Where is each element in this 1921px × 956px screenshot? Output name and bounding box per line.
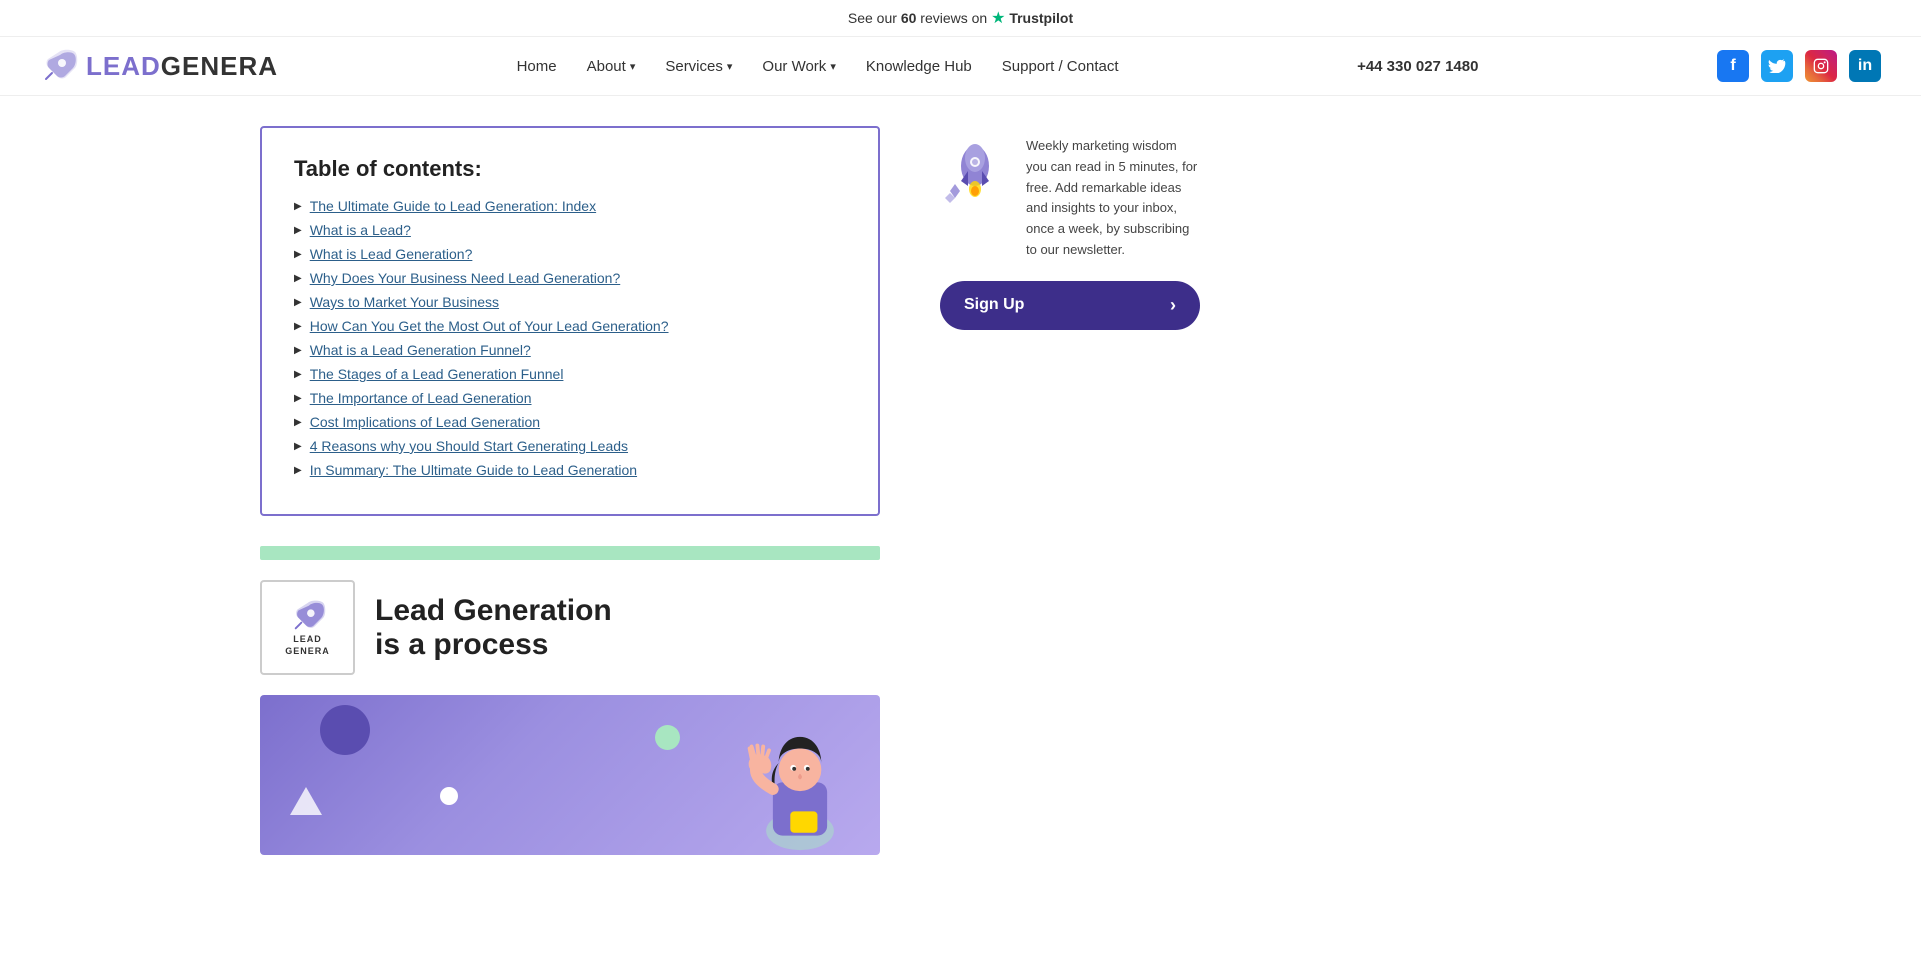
toc-list: ▶ The Ultimate Guide to Lead Generation:…: [294, 198, 846, 478]
list-item: ▶ How Can You Get the Most Out of Your L…: [294, 318, 846, 334]
nav-home[interactable]: Home: [517, 58, 557, 75]
toc-arrow-icon: ▶: [294, 465, 302, 476]
social-icons: f in: [1717, 50, 1881, 82]
table-of-contents: Table of contents: ▶ The Ultimate Guide …: [260, 126, 880, 516]
lead-genera-logo-text: LEADGENERA: [285, 634, 330, 657]
toc-link-funnel[interactable]: What is a Lead Generation Funnel?: [310, 342, 531, 358]
signup-chevron-icon: ›: [1170, 295, 1176, 316]
logo[interactable]: LEADGENERA: [40, 47, 278, 85]
linkedin-icon[interactable]: in: [1849, 50, 1881, 82]
list-item: ▶ What is a Lead?: [294, 222, 846, 238]
signup-button[interactable]: Sign Up ›: [940, 281, 1200, 330]
list-item: ▶ The Stages of a Lead Generation Funnel: [294, 366, 846, 382]
twitter-icon[interactable]: [1761, 50, 1793, 82]
logo-rocket-icon: [40, 47, 78, 85]
toc-arrow-icon: ▶: [294, 273, 302, 284]
main-content: Table of contents: ▶ The Ultimate Guide …: [0, 96, 1921, 885]
shape-circle-green: [655, 725, 680, 750]
nav-services[interactable]: Services: [665, 58, 732, 75]
toc-arrow-icon: ▶: [294, 393, 302, 404]
newsletter-top: Weekly marketing wisdom you can read in …: [940, 136, 1200, 261]
toc-link-why-business[interactable]: Why Does Your Business Need Lead Generat…: [310, 270, 621, 286]
lead-generation-image: [260, 695, 880, 855]
phone-number: +44 330 027 1480: [1357, 58, 1478, 75]
list-item: ▶ The Ultimate Guide to Lead Generation:…: [294, 198, 846, 214]
toc-arrow-icon: ▶: [294, 297, 302, 308]
trustpilot-star-icon: ★: [991, 10, 1005, 27]
toc-arrow-icon: ▶: [294, 369, 302, 380]
toc-arrow-icon: ▶: [294, 441, 302, 452]
toc-arrow-icon: ▶: [294, 201, 302, 212]
toc-link-stages-funnel[interactable]: The Stages of a Lead Generation Funnel: [310, 366, 564, 382]
signup-label: Sign Up: [964, 296, 1024, 314]
toc-link-cost-implications[interactable]: Cost Implications of Lead Generation: [310, 414, 540, 430]
list-item: ▶ 4 Reasons why you Should Start Generat…: [294, 438, 846, 454]
newsletter-widget: Weekly marketing wisdom you can read in …: [940, 126, 1200, 340]
nav-knowledge-hub[interactable]: Knowledge Hub: [866, 58, 972, 75]
toc-arrow-icon: ▶: [294, 249, 302, 260]
toc-title: Table of contents:: [294, 156, 846, 182]
lead-genera-logo-icon: [290, 598, 326, 634]
newsletter-text: Weekly marketing wisdom you can read in …: [1026, 136, 1200, 261]
trustpilot-bar: See our 60 reviews on ★ Trustpilot: [0, 0, 1921, 37]
shape-circle-white: [440, 787, 458, 805]
list-item: ▶ The Importance of Lead Generation: [294, 390, 846, 406]
toc-link-what-is-lead[interactable]: What is a Lead?: [310, 222, 411, 238]
toc-link-4-reasons[interactable]: 4 Reasons why you Should Start Generatin…: [310, 438, 628, 454]
shape-circle-large: [320, 705, 370, 755]
nav-our-work[interactable]: Our Work: [762, 58, 835, 75]
list-item: ▶ What is Lead Generation?: [294, 246, 846, 262]
rocket-newsletter-icon: [940, 136, 1010, 206]
logo-text: LEADGENERA: [86, 51, 278, 82]
toc-arrow-icon: ▶: [294, 225, 302, 236]
header: LEADGENERA Home About Services Our Work …: [0, 37, 1921, 96]
toc-link-importance[interactable]: The Importance of Lead Generation: [310, 390, 532, 406]
facebook-icon[interactable]: f: [1717, 50, 1749, 82]
list-item: ▶ Cost Implications of Lead Generation: [294, 414, 846, 430]
toc-arrow-icon: ▶: [294, 417, 302, 428]
right-sidebar: Weekly marketing wisdom you can read in …: [940, 126, 1200, 855]
toc-link-what-is-lead-gen[interactable]: What is Lead Generation?: [310, 246, 473, 262]
lead-generation-card: LEADGENERA Lead Generation is a process: [260, 580, 880, 675]
list-item: ▶ What is a Lead Generation Funnel?: [294, 342, 846, 358]
toc-link-in-summary[interactable]: In Summary: The Ultimate Guide to Lead G…: [310, 462, 637, 478]
nav-about[interactable]: About: [587, 58, 636, 75]
toc-arrow-icon: ▶: [294, 321, 302, 332]
toc-link-ways-to-market[interactable]: Ways to Market Your Business: [310, 294, 499, 310]
toc-arrow-icon: ▶: [294, 345, 302, 356]
toc-link-get-most-out[interactable]: How Can You Get the Most Out of Your Lea…: [310, 318, 669, 334]
instagram-icon[interactable]: [1805, 50, 1837, 82]
shape-triangle: [290, 787, 322, 815]
lead-genera-logo-box: LEADGENERA: [260, 580, 355, 675]
toc-link-index[interactable]: The Ultimate Guide to Lead Generation: I…: [310, 198, 596, 214]
person-illustration: [720, 700, 880, 855]
nav-support-contact[interactable]: Support / Contact: [1002, 58, 1119, 75]
trustpilot-text: See our 60 reviews on ★ Trustpilot: [848, 10, 1073, 26]
list-item: ▶ In Summary: The Ultimate Guide to Lead…: [294, 462, 846, 478]
green-divider: [260, 546, 880, 560]
left-content: Table of contents: ▶ The Ultimate Guide …: [260, 126, 880, 855]
list-item: ▶ Why Does Your Business Need Lead Gener…: [294, 270, 846, 286]
lead-generation-heading: Lead Generation is a process: [375, 594, 612, 662]
list-item: ▶ Ways to Market Your Business: [294, 294, 846, 310]
main-nav: Home About Services Our Work Knowledge H…: [517, 58, 1119, 75]
